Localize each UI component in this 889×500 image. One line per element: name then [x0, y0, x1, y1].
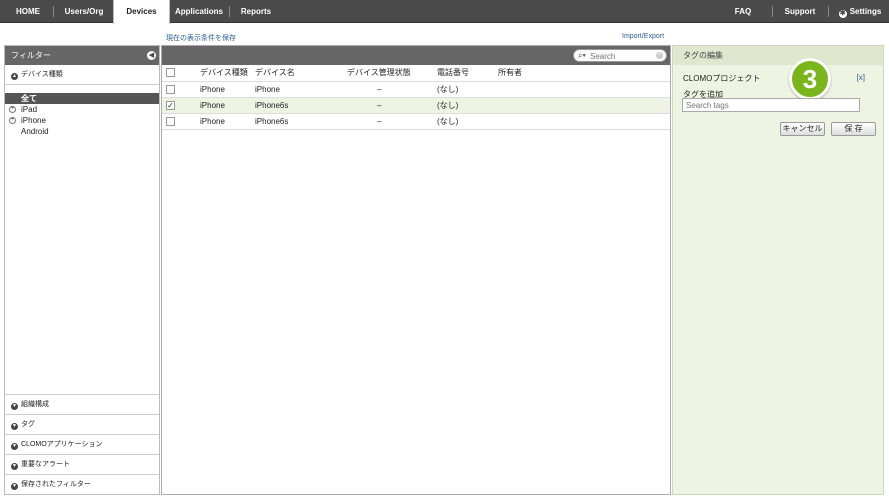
- select-all-checkbox[interactable]: [166, 68, 175, 78]
- cell-phone: (なし): [437, 116, 459, 126]
- step-badge: 3: [789, 58, 831, 100]
- tab-devices[interactable]: Devices: [113, 0, 170, 24]
- device-type-label: デバイス種類: [21, 71, 63, 78]
- device-type-tree: 全て + iPad + iPhone Android: [5, 93, 159, 137]
- save-view-link[interactable]: 現在の表示条件を保存: [166, 33, 236, 43]
- settings-label: Settings: [849, 7, 882, 16]
- tab-users-org[interactable]: Users/Org: [60, 0, 108, 23]
- chevron-down-icon: ▼: [11, 423, 18, 430]
- column-header[interactable]: 電話番号: [437, 65, 498, 81]
- filter-panel: フィルター ◀ ▲ デバイス種類 全て + iPad + iPhone Android…: [4, 45, 160, 495]
- chevron-up-icon: ▲: [11, 73, 18, 80]
- clear-icon[interactable]: ×: [656, 52, 663, 59]
- project-tag-label: CLOMOプロジェクト: [683, 74, 761, 83]
- nav-separator: [828, 6, 829, 17]
- cell-name: iPhone6s: [255, 100, 289, 110]
- cancel-button[interactable]: キャンセル: [780, 122, 825, 136]
- chevron-down-icon: ▼: [11, 443, 18, 450]
- tab-applications[interactable]: Applications: [174, 0, 224, 23]
- faq-link[interactable]: FAQ: [730, 0, 756, 23]
- section-tags[interactable]: ▼ タグ: [5, 414, 159, 434]
- section-label: 組織構成: [21, 401, 49, 408]
- filter-panel-header: フィルター ◀: [5, 46, 159, 65]
- section-org[interactable]: ▼ 組織構成: [5, 394, 159, 414]
- search-box[interactable]: ⌕▾ ×: [573, 49, 667, 62]
- cell-phone: (なし): [437, 84, 459, 94]
- table-row[interactable]: ✓ iPhone iPhone6s – (なし): [162, 97, 670, 113]
- filter-title: フィルター: [11, 51, 51, 60]
- cell-status: –: [377, 100, 382, 110]
- nav-separator: [229, 6, 230, 17]
- filter-item-iphone[interactable]: + iPhone: [5, 115, 159, 126]
- column-header[interactable]: デバイス管理状態: [347, 65, 437, 81]
- tab-reports[interactable]: Reports: [236, 0, 276, 23]
- cell-owner: [498, 81, 670, 97]
- filter-item-android[interactable]: Android: [5, 126, 159, 137]
- save-button[interactable]: 保 存: [831, 122, 876, 136]
- gear-icon: ✱: [838, 10, 847, 18]
- filter-item-all[interactable]: 全て: [5, 93, 159, 104]
- row-checkbox-checked[interactable]: ✓: [166, 100, 175, 110]
- device-table-panel: ⌕▾ × デバイス種類 デバイス名 デバイス管理状態 電話番号 所有者 iPho…: [161, 45, 671, 495]
- column-header[interactable]: デバイス種類: [200, 65, 255, 81]
- expand-icon[interactable]: +: [9, 106, 16, 113]
- filter-sections: ▼ 組織構成 ▼ タグ ▼ CLOMOアプリケーション ▼ 重要なアラート ▼ 保存された…: [5, 394, 159, 494]
- table-header-row: デバイス種類 デバイス名 デバイス管理状態 電話番号 所有者: [162, 65, 670, 81]
- nav-separator: [772, 6, 773, 17]
- chevron-down-icon: ▼: [11, 483, 18, 490]
- tag-search-input[interactable]: [682, 98, 860, 112]
- row-checkbox[interactable]: [166, 116, 175, 126]
- section-clomo-apps[interactable]: ▼ CLOMOアプリケーション: [5, 434, 159, 454]
- cell-type: iPhone: [200, 100, 225, 110]
- import-export-link[interactable]: Import/Export: [622, 33, 664, 40]
- filter-item-label: iPhone: [21, 116, 46, 125]
- section-alerts[interactable]: ▼ 重要なアラート: [5, 454, 159, 474]
- table-toolbar: ⌕▾ ×: [162, 46, 670, 65]
- cell-type: iPhone: [200, 116, 225, 126]
- table-row[interactable]: iPhone iPhone – (なし): [162, 81, 670, 97]
- cell-status: –: [377, 116, 382, 126]
- tag-edit-panel: タグの編集 CLOMOプロジェクト 3 [x] タグを追加 キャンセル 保 存: [672, 45, 884, 495]
- filter-item-ipad[interactable]: + iPad: [5, 104, 159, 115]
- section-label: タグ: [21, 421, 35, 428]
- column-header[interactable]: デバイス名: [255, 65, 347, 81]
- nav-separator: [53, 6, 54, 17]
- cell-name: iPhone6s: [255, 116, 289, 126]
- cell-status: –: [377, 84, 382, 94]
- settings-link[interactable]: ✱ Settings: [836, 0, 884, 23]
- cell-phone: (なし): [437, 100, 459, 110]
- collapse-panel-button[interactable]: ◀: [147, 51, 156, 60]
- tag-panel-header: タグの編集: [673, 46, 883, 65]
- column-header[interactable]: 所有者: [498, 65, 670, 81]
- remove-tag-button[interactable]: [x]: [857, 73, 865, 82]
- section-saved-filters[interactable]: ▼ 保存されたフィルター: [5, 474, 159, 494]
- section-label: 重要なアラート: [21, 461, 70, 468]
- tab-home[interactable]: HOME: [10, 0, 46, 23]
- table-row[interactable]: iPhone iPhone6s – (なし): [162, 113, 670, 129]
- cell-owner: [498, 113, 670, 129]
- section-label: CLOMOアプリケーション: [21, 441, 103, 448]
- chevron-down-icon: ▼: [11, 403, 18, 410]
- search-icon[interactable]: ⌕▾: [578, 51, 586, 61]
- expand-icon[interactable]: +: [9, 117, 16, 124]
- section-label: 保存されたフィルター: [21, 481, 91, 488]
- filter-item-label: iPad: [21, 105, 38, 114]
- top-nav: HOME Users/Org Devices Applications Repo…: [0, 0, 889, 24]
- device-table: デバイス種類 デバイス名 デバイス管理状態 電話番号 所有者 iPhone iP…: [162, 65, 670, 130]
- chevron-down-icon: ▼: [11, 463, 18, 470]
- search-input[interactable]: [590, 51, 650, 61]
- row-checkbox[interactable]: [166, 84, 175, 94]
- cell-name: iPhone: [255, 84, 280, 94]
- cell-owner: [498, 97, 670, 113]
- cell-type: iPhone: [200, 84, 225, 94]
- device-type-section[interactable]: ▲ デバイス種類: [5, 65, 159, 85]
- support-link[interactable]: Support: [782, 0, 818, 23]
